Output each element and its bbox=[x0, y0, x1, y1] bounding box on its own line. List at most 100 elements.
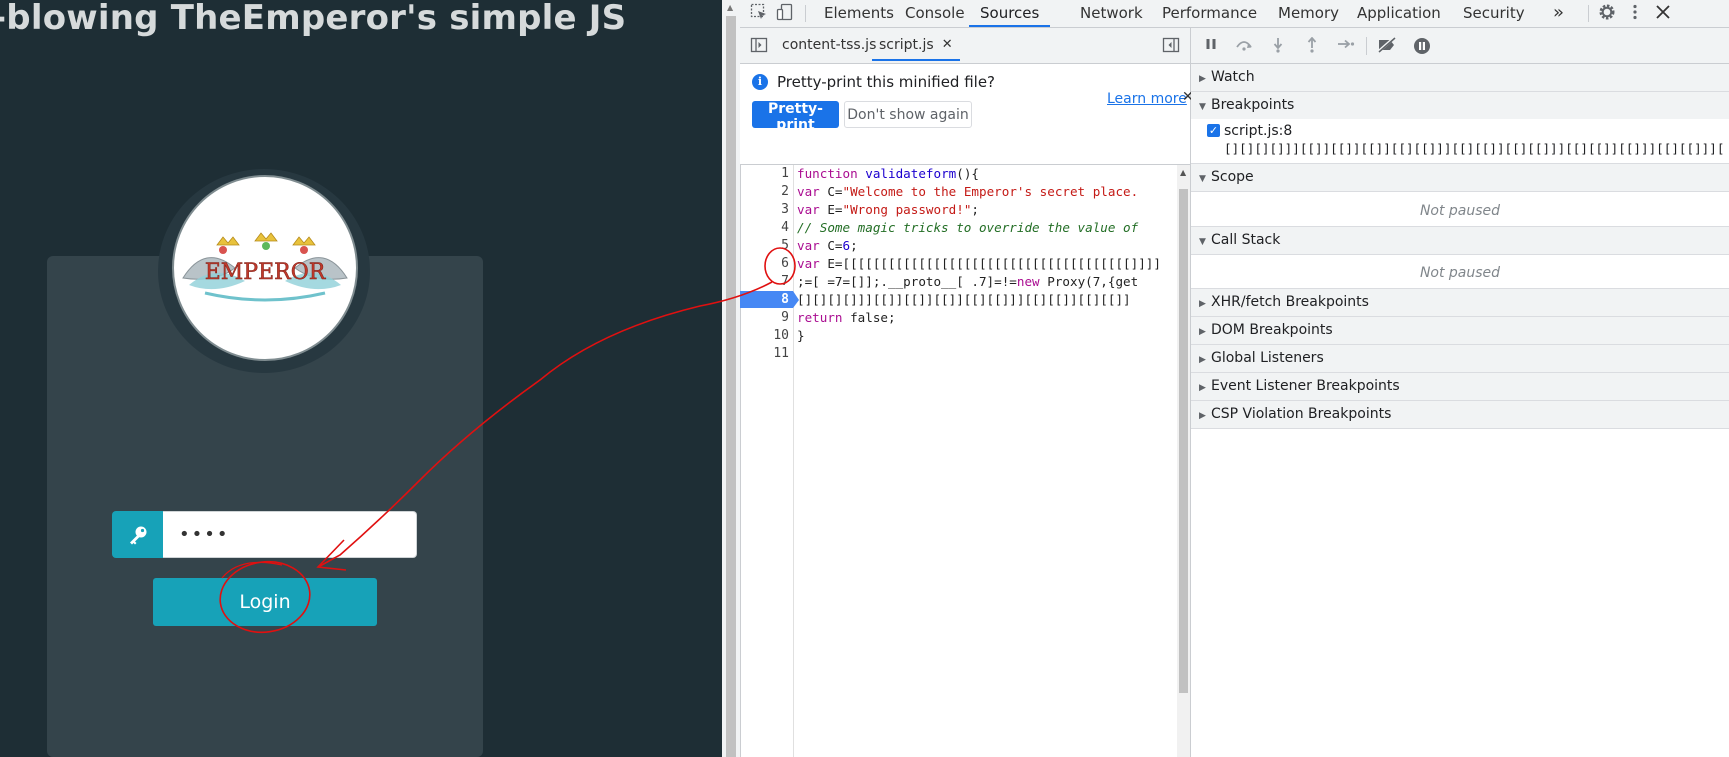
web-page: -blowing TheEmperor's simple JS EMPEROR bbox=[0, 0, 722, 757]
sources-editor-column: content-tss.js script.js ✕ i Pretty-prin… bbox=[740, 28, 1194, 757]
code-line: var E=[[[[[[[[[[[[[[[[[[[[[[[[[[[[[[[[[[… bbox=[797, 256, 1161, 271]
pause-on-exceptions-icon[interactable] bbox=[1413, 37, 1431, 55]
csp-violation-breakpoints-header[interactable]: ▶ CSP Violation Breakpoints bbox=[1199, 401, 1391, 428]
inspect-element-icon[interactable] bbox=[750, 3, 768, 26]
scroll-up-icon[interactable]: ▲ bbox=[1180, 168, 1186, 177]
file-tab-script-label: script.js bbox=[879, 37, 934, 53]
file-tab-content-tss[interactable]: content-tss.js bbox=[782, 37, 876, 53]
password-input[interactable] bbox=[163, 511, 417, 558]
event-listener-breakpoints-header[interactable]: ▶ Event Listener Breakpoints bbox=[1199, 373, 1400, 400]
toolbar-divider bbox=[1366, 37, 1367, 55]
breakpoints-header[interactable]: ▼ Breakpoints bbox=[1199, 92, 1294, 119]
file-tab-script[interactable]: script.js ✕ bbox=[872, 37, 960, 61]
page-scrollbar[interactable]: ▲ bbox=[722, 0, 741, 757]
expand-triangle-icon: ▶ bbox=[1199, 299, 1206, 309]
close-file-tab-icon[interactable]: ✕ bbox=[942, 37, 953, 52]
tab-application[interactable]: Application bbox=[1357, 0, 1441, 27]
tab-memory[interactable]: Memory bbox=[1278, 0, 1339, 27]
tab-network[interactable]: Network bbox=[1080, 0, 1143, 27]
scope-section[interactable]: ▼ Scope bbox=[1191, 164, 1729, 192]
watch-header[interactable]: ▶ Watch bbox=[1199, 64, 1255, 91]
call-stack-header[interactable]: ▼ Call Stack bbox=[1199, 227, 1280, 254]
call-stack-section[interactable]: ▼ Call Stack bbox=[1191, 227, 1729, 255]
line-number[interactable]: 3 bbox=[781, 201, 789, 219]
breakpoints-section[interactable]: ▼ Breakpoints bbox=[1191, 92, 1729, 119]
login-button[interactable]: Login bbox=[153, 578, 377, 626]
line-number[interactable]: 5 bbox=[781, 237, 789, 255]
editor-scrollbar-thumb[interactable] bbox=[1179, 189, 1188, 693]
logo-text: EMPEROR bbox=[205, 260, 327, 285]
step-over-icon[interactable] bbox=[1235, 37, 1253, 55]
kebab-menu-icon[interactable] bbox=[1626, 3, 1644, 26]
pretty-print-button[interactable]: Pretty-print bbox=[752, 101, 839, 133]
collapse-triangle-icon: ▼ bbox=[1199, 174, 1206, 184]
tab-sources[interactable]: Sources bbox=[969, 0, 1051, 27]
code-line: var C=6; bbox=[797, 238, 858, 253]
dont-show-again-button[interactable]: Don't show again bbox=[844, 101, 972, 128]
toggle-debugger-icon[interactable] bbox=[1162, 36, 1180, 59]
devtools-tabbar: Elements Console Sources Network Perform… bbox=[740, 0, 1729, 28]
dom-breakpoints-section[interactable]: ▶ DOM Breakpoints bbox=[1191, 317, 1729, 345]
line-number[interactable]: 2 bbox=[781, 183, 789, 201]
device-toolbar-icon[interactable] bbox=[776, 3, 794, 26]
code-line: var E="Wrong password!"; bbox=[797, 202, 980, 217]
emperor-logo: EMPEROR bbox=[172, 175, 358, 361]
expand-triangle-icon: ▶ bbox=[1199, 355, 1206, 365]
code-line: function validateform(){ bbox=[797, 166, 979, 181]
tab-security[interactable]: Security bbox=[1463, 0, 1525, 27]
settings-gear-icon[interactable] bbox=[1598, 3, 1616, 26]
tab-performance[interactable]: Performance bbox=[1162, 0, 1257, 27]
line-number[interactable]: 7 bbox=[781, 273, 789, 291]
line-number[interactable]: 4 bbox=[781, 219, 789, 237]
debugger-sidebar: ▶ Watch ▼ Breakpoints ✓ script.js:8 [][][]… bbox=[1191, 28, 1729, 757]
key-icon bbox=[112, 511, 163, 558]
expand-triangle-icon: ▶ bbox=[1199, 327, 1206, 337]
step-out-icon[interactable] bbox=[1303, 36, 1321, 55]
info-icon: i bbox=[752, 74, 768, 90]
code-line: var C="Welcome to the Emperor's secret p… bbox=[797, 184, 1139, 199]
dom-breakpoints-header[interactable]: ▶ DOM Breakpoints bbox=[1199, 317, 1333, 344]
tab-console[interactable]: Console bbox=[905, 0, 965, 27]
code-line: // Some magic tricks to override the val… bbox=[797, 220, 1139, 235]
line-number[interactable]: 9 bbox=[781, 309, 789, 327]
event-listener-breakpoints-section[interactable]: ▶ Event Listener Breakpoints bbox=[1191, 373, 1729, 401]
close-devtools-icon[interactable] bbox=[1654, 3, 1672, 26]
breakpoint-location[interactable]: script.js:8 bbox=[1224, 123, 1292, 139]
step-icon[interactable] bbox=[1337, 37, 1355, 55]
scope-status: Not paused bbox=[1419, 203, 1501, 219]
line-number-gutter[interactable]: 1 2 3 4 5 6 7 8 9 10 11 bbox=[740, 165, 799, 757]
scrollbar-thumb[interactable] bbox=[726, 16, 736, 757]
collapse-triangle-icon: ▼ bbox=[1199, 102, 1206, 112]
line-number[interactable]: 1 bbox=[781, 165, 789, 183]
tab-elements[interactable]: Elements bbox=[824, 0, 894, 27]
code-line: [][][][]]][[]][[]][[]][[][[]]][[][[]][[]… bbox=[797, 292, 1131, 307]
scope-header[interactable]: ▼ Scope bbox=[1199, 164, 1254, 191]
csp-violation-breakpoints-section[interactable]: ▶ CSP Violation Breakpoints bbox=[1191, 401, 1729, 429]
line-number[interactable]: 11 bbox=[773, 345, 789, 363]
more-tabs-button[interactable]: » bbox=[1553, 0, 1564, 27]
step-into-icon[interactable] bbox=[1269, 37, 1287, 55]
toggle-navigator-icon[interactable] bbox=[750, 36, 768, 59]
learn-more-link[interactable]: Learn more bbox=[1107, 91, 1187, 107]
line-number[interactable]: 10 bbox=[773, 327, 789, 345]
editor-scrollbar[interactable]: ▲ bbox=[1177, 165, 1190, 757]
pause-icon[interactable] bbox=[1202, 37, 1220, 55]
pretty-print-message: Pretty-print this minified file? bbox=[777, 73, 996, 91]
debugger-toolbar bbox=[1191, 28, 1729, 64]
global-listeners-section[interactable]: ▶ Global Listeners bbox=[1191, 345, 1729, 373]
scroll-up-icon[interactable]: ▲ bbox=[727, 3, 733, 12]
code-line: } bbox=[797, 328, 805, 343]
devtools-panel: ▲ Elements Console Sources Network Perfo… bbox=[722, 0, 1729, 757]
breakpoint-checkbox[interactable]: ✓ bbox=[1207, 124, 1220, 137]
watch-section[interactable]: ▶ Watch bbox=[1191, 64, 1729, 92]
global-listeners-header[interactable]: ▶ Global Listeners bbox=[1199, 345, 1324, 372]
xhr-breakpoints-header[interactable]: ▶ XHR/fetch Breakpoints bbox=[1199, 289, 1369, 316]
call-stack-status: Not paused bbox=[1419, 265, 1501, 281]
line-number[interactable]: 6 bbox=[781, 255, 789, 273]
deactivate-breakpoints-icon[interactable] bbox=[1377, 36, 1396, 55]
line-number-breakpoint[interactable]: 8 bbox=[781, 291, 789, 309]
xhr-breakpoints-section[interactable]: ▶ XHR/fetch Breakpoints bbox=[1191, 289, 1729, 317]
expand-triangle-icon: ▶ bbox=[1199, 411, 1206, 421]
code-line: ;=[ =7=[]];.__proto__[ .7]=!=new Proxy(7… bbox=[797, 274, 1139, 289]
code-editor[interactable]: 1 2 3 4 5 6 7 8 9 10 11 function validat… bbox=[740, 165, 1190, 757]
